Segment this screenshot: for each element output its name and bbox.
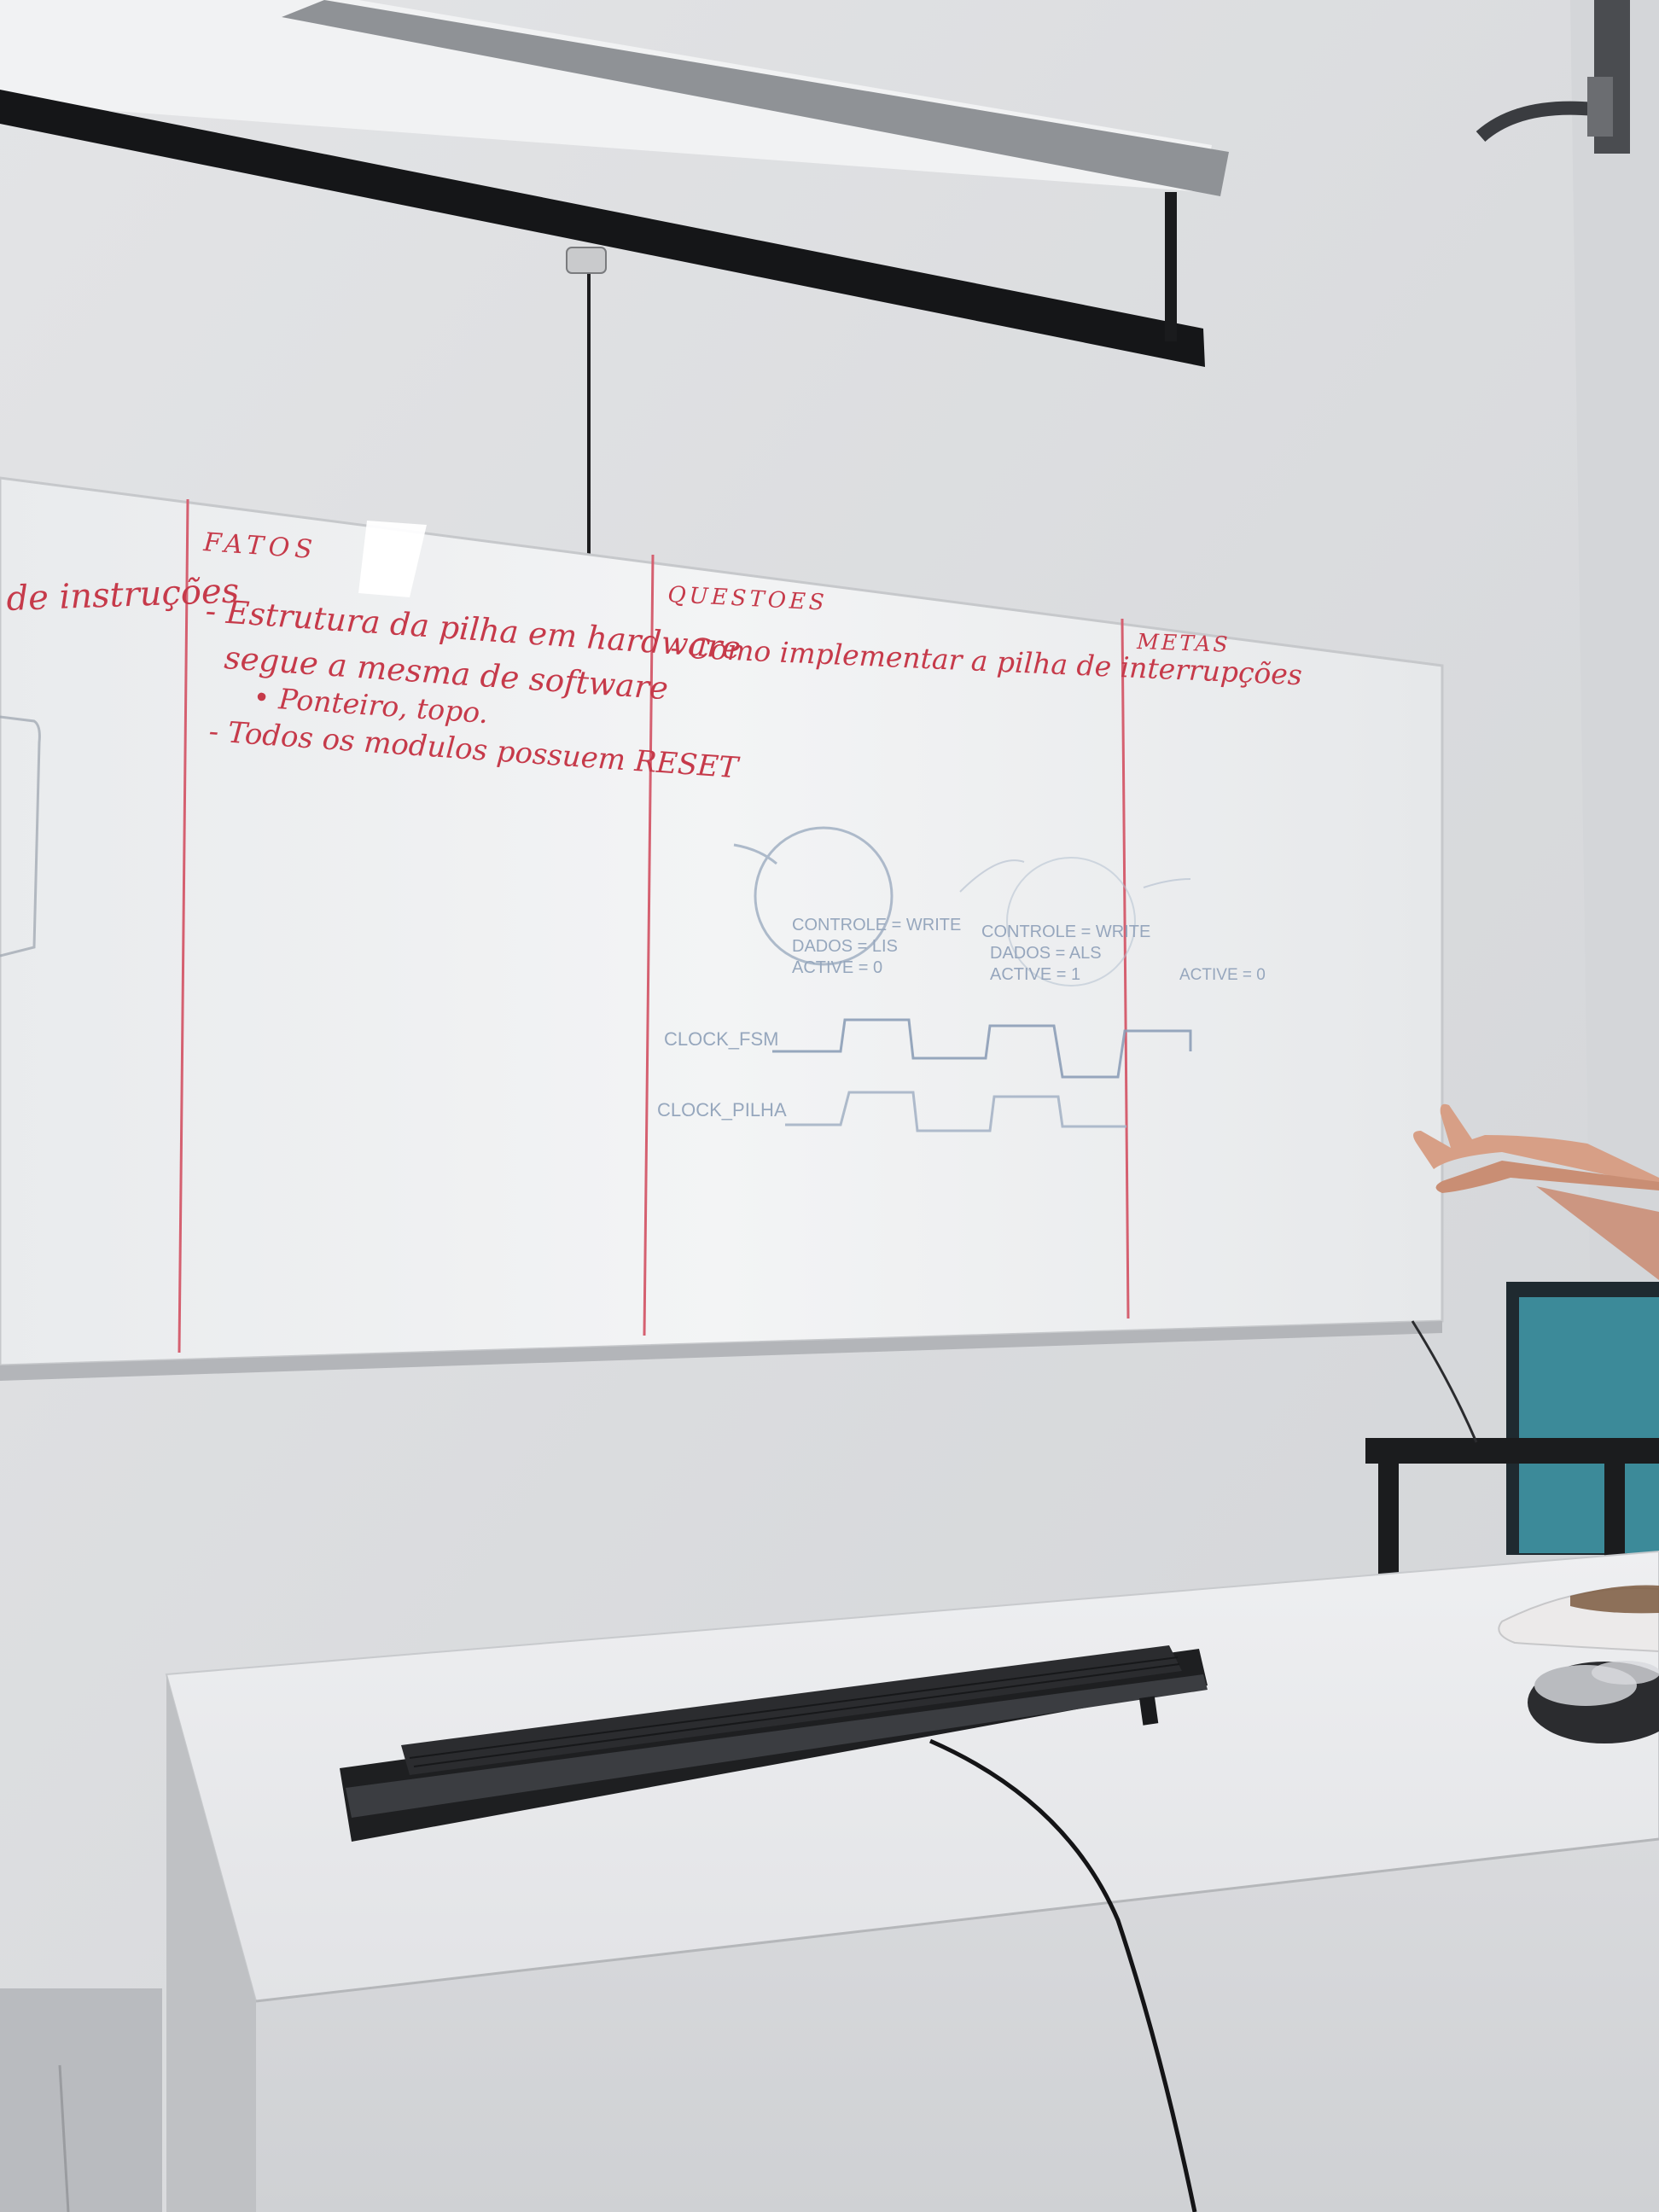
- state-a-line-1: CONTROLE = WRITE: [792, 916, 961, 934]
- floor: [0, 1988, 162, 2212]
- state-b-line-3: ACTIVE = 1: [990, 965, 1080, 984]
- left-column-fragment: de instruções: [6, 572, 240, 619]
- state-a-line-3: ACTIVE = 0: [792, 958, 882, 977]
- state-c-line-1: ACTIVE = 0: [1179, 966, 1266, 984]
- classroom-photo: de instruções FATOS - Estrutura da pilha…: [0, 0, 1659, 2212]
- cord-clip: [566, 247, 607, 274]
- signal-label-clock-pilha: CLOCK_PILHA: [657, 1099, 787, 1121]
- state-b-line-1: CONTROLE = WRITE: [981, 923, 1150, 941]
- state-a-line-2: DADOS = LIS: [792, 937, 898, 956]
- state-b-line-2: DADOS = ALS: [990, 944, 1102, 963]
- metas-heading: METAS: [1136, 629, 1231, 657]
- signal-label-clock-fsm: CLOCK_FSM: [664, 1028, 778, 1050]
